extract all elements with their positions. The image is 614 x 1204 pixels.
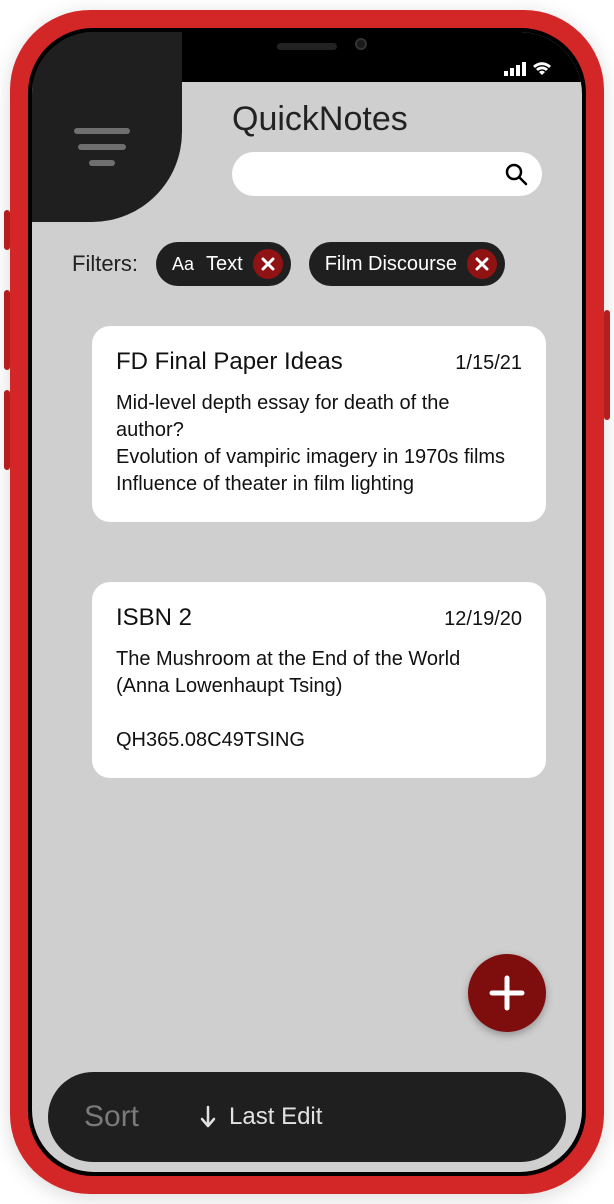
header: QuickNotes <box>32 82 582 222</box>
search-icon <box>504 162 528 186</box>
side-button-vol-up <box>4 290 10 370</box>
note-body: Mid-level depth essay for death of the a… <box>116 390 522 498</box>
filter-chip-film-discourse[interactable]: Film Discourse <box>309 242 505 286</box>
close-icon <box>261 257 275 271</box>
note-title: FD Final Paper Ideas <box>116 348 343 376</box>
close-icon <box>475 257 489 271</box>
filter-row: Filters: Aa Text Film Discourse <box>32 222 582 286</box>
chip-label: Film Discourse <box>325 253 457 276</box>
side-button-vol-down <box>4 390 10 470</box>
phone-bezel: 9:41 AM QuickNotes Fi <box>28 28 586 1176</box>
sort-value[interactable]: Last Edit <box>199 1103 322 1131</box>
speaker-grille <box>277 43 337 50</box>
chip-remove-button[interactable] <box>467 249 497 279</box>
chip-label: Text <box>206 253 243 276</box>
hamburger-icon <box>74 128 130 166</box>
arrow-down-icon <box>199 1105 217 1129</box>
text-format-icon: Aa <box>172 254 194 275</box>
note-body: The Mushroom at the End of the World (An… <box>116 646 522 754</box>
signal-icon <box>504 62 526 76</box>
menu-button[interactable] <box>32 32 182 222</box>
chip-remove-button[interactable] <box>253 249 283 279</box>
status-indicators <box>504 62 552 76</box>
sort-bar[interactable]: Sort Last Edit <box>48 1072 566 1162</box>
add-note-button[interactable] <box>468 954 546 1032</box>
search-field[interactable] <box>246 164 504 185</box>
search-input[interactable] <box>232 152 542 196</box>
note-title: ISBN 2 <box>116 604 192 632</box>
note-date: 12/19/20 <box>444 608 522 631</box>
filter-chip-text[interactable]: Aa Text <box>156 242 291 286</box>
app-title: QuickNotes <box>232 100 408 139</box>
front-camera <box>355 38 367 50</box>
sort-value-text: Last Edit <box>229 1103 322 1131</box>
side-button-power <box>604 310 610 420</box>
phone-screen: 9:41 AM QuickNotes Fi <box>32 32 582 1172</box>
sort-label: Sort <box>84 1100 139 1134</box>
wifi-icon <box>532 62 552 76</box>
filters-label: Filters: <box>72 251 138 277</box>
notes-list[interactable]: FD Final Paper Ideas 1/15/21 Mid-level d… <box>32 286 582 1172</box>
side-button-mute <box>4 210 10 250</box>
note-card[interactable]: ISBN 2 12/19/20 The Mushroom at the End … <box>92 582 546 778</box>
phone-frame: 9:41 AM QuickNotes Fi <box>10 10 604 1194</box>
plus-icon <box>486 972 528 1014</box>
phone-notch <box>192 28 422 64</box>
note-date: 1/15/21 <box>455 352 522 375</box>
note-card[interactable]: FD Final Paper Ideas 1/15/21 Mid-level d… <box>92 326 546 522</box>
